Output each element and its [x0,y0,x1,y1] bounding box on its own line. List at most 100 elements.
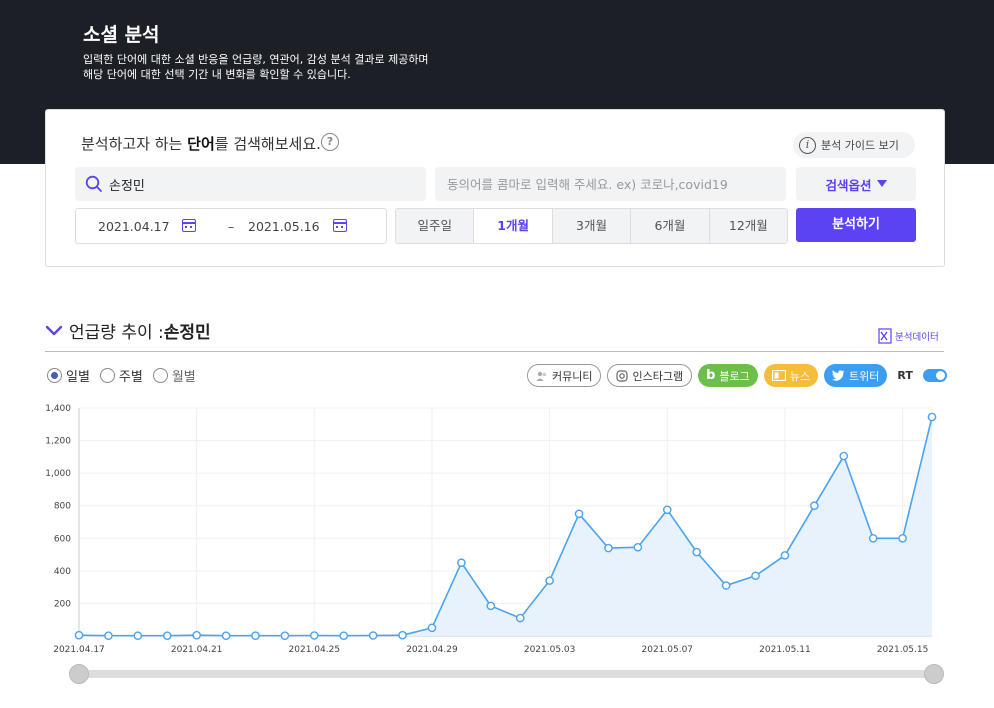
radio-dot [99,368,115,383]
y-tick-label: 1,000 [45,469,71,479]
caret-down-icon [876,180,887,187]
rt-toggle[interactable] [922,369,947,382]
analysis-guide-button[interactable]: i 분석 가이드 보기 [793,132,915,158]
blog-icon: b [706,368,716,383]
data-point [662,505,672,515]
data-point [515,613,525,623]
y-tick-label: 1,400 [45,404,71,414]
twitter-bird-icon [832,370,845,381]
data-point [810,501,819,511]
excel-icon [878,328,892,344]
x-tick-label: 2021.05.15 [877,645,929,655]
y-tick-label: 200 [54,599,71,609]
calendar-icon[interactable] [182,219,196,232]
search-icon [85,175,102,192]
keyword-value: 손정민 [109,178,145,194]
people-icon [536,371,547,381]
search-prompt: 분석하고자 하는 단어를 검색해보세요. [81,135,321,153]
source-chip-twitter[interactable]: 트위터 [824,364,888,387]
x-tick-label: 2021.05.03 [524,645,576,655]
data-point [898,533,907,543]
period-tab[interactable]: 일주일 [396,209,474,243]
x-tick-label: 2021.04.17 [53,645,105,655]
source-filters: 커뮤니티 인스타그램 b 블로그 뉴스 트위터 RT [527,364,947,387]
data-point [545,576,554,585]
period-tab[interactable]: 3개월 [551,209,631,243]
section-divider [45,351,944,352]
data-point [162,631,172,640]
data-point [927,412,937,422]
export-data-button[interactable]: 분석데이터 [878,328,939,344]
section-title-text: 언급량 추이 : [69,323,164,343]
search-options-button[interactable]: 검색옵션 [796,167,916,201]
info-icon: i [799,136,816,154]
guide-label: 분석 가이드 보기 [821,139,899,152]
section-title-keyword: 손정민 [163,323,211,343]
help-icon[interactable]: ? [321,133,339,151]
start-date[interactable]: 2021.04.17 [98,219,170,234]
data-point [839,451,849,461]
period-tab[interactable]: 1개월 [473,209,552,243]
x-tick-label: 2021.05.07 [642,645,694,655]
data-point [604,543,613,553]
period-tab[interactable]: 12개월 [708,209,787,243]
keyword-search-input[interactable]: 손정민 [75,167,426,201]
radio-weekly[interactable]: 주별 [99,366,143,385]
granularity-radios: 일별 주별 월별 [47,366,196,385]
export-label: 분석데이터 [895,332,939,343]
data-point [721,581,731,590]
instagram-icon [616,369,629,382]
data-point [133,631,143,640]
x-tick-label: 2021.04.29 [406,645,458,655]
range-slider-track[interactable] [79,670,934,678]
page-description-1: 입력한 단어에 대한 소셜 반응을 언급량, 연관어, 감성 분석 결과로 제공… [83,53,429,66]
data-point [868,533,878,543]
x-tick-label: 2021.05.11 [759,645,811,655]
calendar-icon[interactable] [333,219,347,232]
radio-daily[interactable]: 일별 [47,366,90,385]
data-point [368,631,378,640]
data-point [192,630,201,640]
chevron-down-icon[interactable] [45,325,63,337]
newspaper-icon [771,370,786,381]
radio-monthly[interactable]: 월별 [152,366,196,385]
data-point [104,631,113,640]
data-point [633,542,643,552]
data-point [692,547,701,557]
data-point [427,623,437,633]
data-point [221,631,231,640]
rt-label: RT [897,369,913,382]
date-separator: – [228,219,235,234]
end-date[interactable]: 2021.05.16 [248,219,320,234]
period-tab[interactable]: 6개월 [630,209,709,243]
mention-trend-chart: 1,400 1,200 1,000 800 600 400 200 2021.04.17 202… [45,404,937,655]
range-slider-start-handle[interactable] [69,664,89,684]
y-tick-label: 600 [54,534,71,544]
x-tick-label: 2021.04.25 [289,645,341,655]
data-point [457,558,466,568]
data-point [74,630,84,640]
data-point [339,631,349,640]
page-description-2: 해당 단어에 대한 선택 기간 내 변화를 확인할 수 있습니다. [83,68,351,81]
x-tick-label: 2021.04.21 [171,645,223,655]
data-point [486,601,496,611]
section-title: 언급량 추이 : 손정민 [45,318,211,343]
radio-dot [152,368,168,383]
range-slider-end-handle[interactable] [924,664,944,684]
source-chip-blog[interactable]: b 블로그 [698,364,758,387]
analyze-button[interactable]: 분석하기 [796,208,916,242]
page-title: 소셜 분석 [83,24,160,46]
date-range-picker[interactable]: 2021.04.17 – 2021.05.16 [75,208,387,244]
data-point [251,631,260,640]
source-chip-community[interactable]: 커뮤니티 [527,364,602,387]
data-point [574,509,584,519]
data-point [751,571,760,581]
synonym-input[interactable] [435,167,786,201]
source-chip-news[interactable]: 뉴스 [763,364,819,387]
search-card: 분석하고자 하는 단어를 검색해보세요. ? i 분석 가이드 보기 손정민 검… [45,109,945,267]
source-chip-instagram[interactable]: 인스타그램 [607,364,693,387]
y-tick-label: 1,200 [45,437,71,447]
y-tick-label: 400 [54,567,71,577]
period-tabs: 일주일 1개월 3개월 6개월 12개월 [395,208,788,244]
data-point [398,630,407,640]
